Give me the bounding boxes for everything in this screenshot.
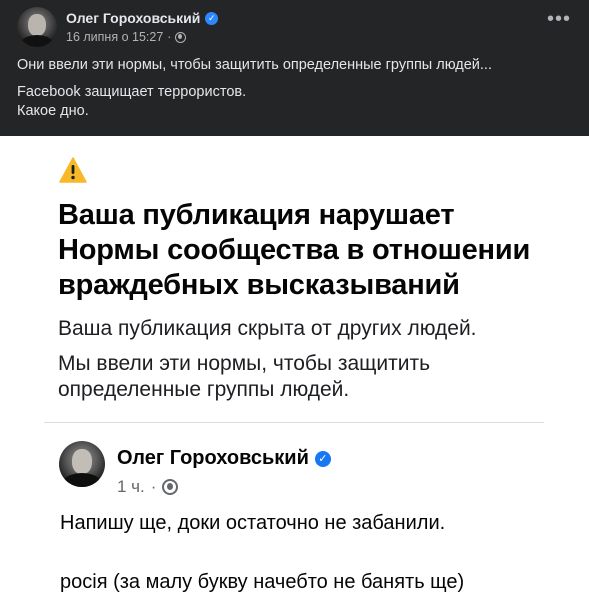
globe-icon bbox=[162, 479, 179, 495]
original-post-time: 1 ч. bbox=[117, 477, 145, 496]
divider bbox=[44, 422, 544, 423]
author-name[interactable]: Олег Гороховський bbox=[66, 10, 200, 26]
original-author-avatar bbox=[59, 441, 105, 487]
author-avatar[interactable] bbox=[17, 7, 57, 47]
original-author-row: Олег Гороховський ✓ bbox=[117, 447, 331, 470]
violation-line-2: Мы ввели эти нормы, чтобы защитить опред… bbox=[58, 352, 431, 401]
original-author-name: Олег Гороховський bbox=[117, 447, 309, 469]
facebook-post: Олег Гороховський ✓ 16 липня о 15:27 · •… bbox=[0, 0, 589, 136]
globe-icon[interactable] bbox=[175, 31, 187, 43]
post-timestamp[interactable]: 16 липня о 15:27 bbox=[66, 30, 163, 44]
violation-line-1: Ваша публикация скрыта от других людей. bbox=[58, 317, 477, 340]
verified-badge-icon: ✓ bbox=[314, 450, 331, 467]
post-text-line-2: Facebook защищает террористов. bbox=[17, 84, 247, 100]
meta-separator: · bbox=[167, 30, 172, 44]
meta-separator: · bbox=[150, 477, 157, 496]
original-post-line-1: Напишу ще, доки остаточно не забанили. bbox=[60, 512, 446, 534]
original-post-line-2: росія (за малу букву начебто не банять щ… bbox=[60, 571, 465, 593]
author-row: Олег Гороховський ✓ bbox=[66, 10, 219, 26]
original-post-meta: 1 ч. · bbox=[117, 477, 179, 497]
more-dots-icon[interactable]: ••• bbox=[547, 9, 571, 29]
post-text-line-1: Они ввели эти нормы, чтобы защитить опре… bbox=[17, 57, 492, 73]
post-meta: 16 липня о 15:27 · bbox=[66, 30, 187, 44]
verified-badge-icon: ✓ bbox=[205, 11, 219, 25]
violation-title: Ваша публикация нарушает Нормы сообществ… bbox=[58, 199, 531, 301]
post-text: Они ввели эти нормы, чтобы защитить опре… bbox=[17, 56, 577, 121]
warning-triangle-icon bbox=[59, 157, 87, 183]
attached-screenshot[interactable]: Ваша публикация нарушает Нормы сообществ… bbox=[0, 136, 589, 593]
post-text-line-3: Какое дно. bbox=[17, 103, 89, 119]
